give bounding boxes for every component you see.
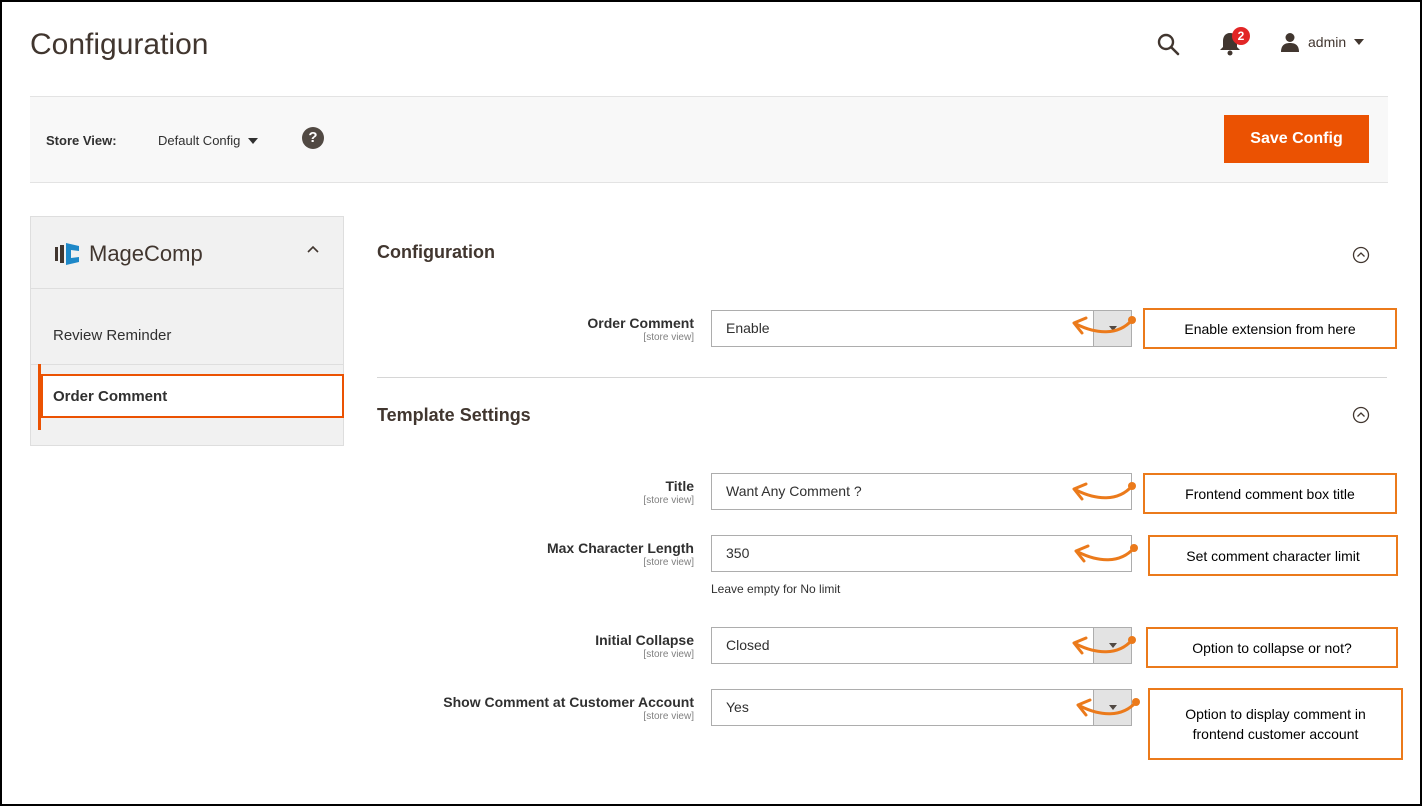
callout-display: Option to display comment in frontend cu… — [1148, 688, 1403, 760]
collapse-toggle-icon[interactable] — [1352, 406, 1370, 424]
callout-title: Frontend comment box title — [1143, 473, 1397, 514]
magecomp-logo-icon — [55, 243, 79, 265]
show-comment-select[interactable]: Yes — [711, 689, 1132, 726]
store-view-label: Store View: — [46, 133, 117, 148]
page-title: Configuration — [30, 28, 209, 61]
sidebar-tab-magecomp[interactable]: MageComp — [31, 217, 343, 289]
section-divider — [377, 377, 1387, 378]
caret-down-icon — [248, 137, 259, 144]
max-length-label: Max Character Length [store view] — [546, 540, 694, 568]
user-name: admin — [1308, 34, 1347, 50]
search-icon[interactable] — [1156, 32, 1180, 56]
section-title-template-settings[interactable]: Template Settings — [377, 405, 531, 426]
sidebar-item-order-comment[interactable]: Order Comment — [39, 374, 344, 418]
help-icon[interactable]: ? — [302, 127, 324, 149]
annotation-arrow-icon — [1076, 698, 1140, 717]
sidebar-item-review-reminder[interactable]: Review Reminder — [31, 289, 343, 365]
callout-collapse: Option to collapse or not? — [1146, 627, 1398, 668]
annotation-arrow-icon — [1072, 316, 1136, 335]
max-length-note: Leave empty for No limit — [711, 582, 841, 596]
initial-collapse-label: Initial Collapse [store view] — [595, 632, 694, 660]
chevron-up-icon[interactable] — [305, 241, 321, 257]
save-config-button[interactable]: Save Config — [1224, 115, 1369, 163]
sidebar-item-label: Order Comment — [53, 388, 168, 405]
section-title-configuration[interactable]: Configuration — [377, 242, 495, 263]
collapse-toggle-icon[interactable] — [1352, 246, 1370, 264]
brand-name: MageComp — [89, 241, 203, 266]
user-menu[interactable]: admin — [1280, 30, 1365, 54]
max-length-input[interactable]: 350 — [711, 535, 1132, 572]
show-comment-label: Show Comment at Customer Account [store … — [443, 694, 694, 722]
annotation-arrow-icon — [1074, 544, 1138, 563]
notification-badge[interactable]: 2 — [1232, 27, 1250, 45]
caret-down-icon — [1354, 39, 1365, 45]
store-view-value: Default Config — [158, 133, 241, 148]
annotation-arrow-icon — [1072, 636, 1136, 655]
store-view-switcher[interactable]: Default Config — [158, 133, 259, 148]
order-comment-label: Order Comment [store view] — [587, 315, 694, 343]
annotation-arrow-icon — [1072, 482, 1136, 501]
callout-limit: Set comment character limit — [1148, 535, 1398, 576]
title-label: Title [store view] — [643, 478, 694, 506]
callout-enable: Enable extension from here — [1143, 308, 1397, 349]
store-view-bar: Store View: Default Config ? Save Config — [30, 96, 1388, 183]
sidebar-item-label: Review Reminder — [53, 327, 172, 344]
magecomp-logo: MageComp — [55, 241, 203, 267]
user-icon — [1281, 33, 1299, 52]
